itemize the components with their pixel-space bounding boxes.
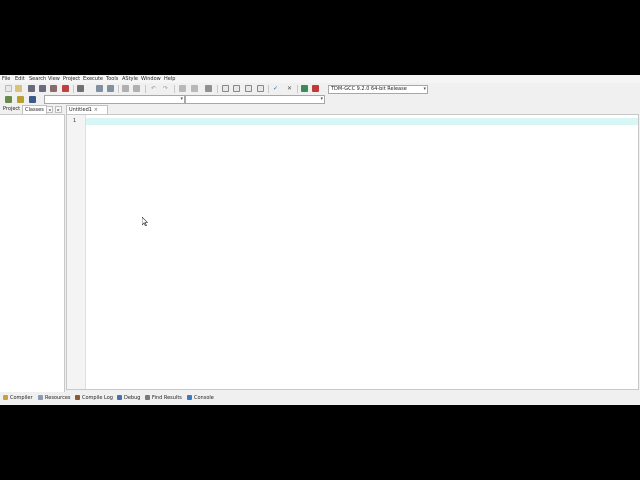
- left-panel-tabs: Project Classes ◂ ▸: [0, 105, 65, 114]
- code-editor[interactable]: 1: [66, 114, 639, 390]
- open-file-icon[interactable]: [15, 85, 22, 92]
- console-icon: [187, 395, 192, 400]
- debug-tab-icon: [117, 395, 122, 400]
- menu-bar: File Edit Search View Project Execute To…: [0, 75, 640, 83]
- find-icon[interactable]: [107, 85, 114, 92]
- main-toolbar: ↶ ↷ ✓ ✕ TDM-GCC 9.2.0 64-bit Release ▾: [0, 84, 640, 94]
- menu-view[interactable]: View: [48, 75, 60, 83]
- toolbar-separator: [174, 85, 175, 93]
- profile-icon[interactable]: [301, 85, 308, 92]
- print-icon[interactable]: [77, 85, 84, 92]
- editor-tab-label: Untitled1: [69, 107, 92, 113]
- replace-icon[interactable]: [122, 85, 129, 92]
- redo-icon[interactable]: ↷: [162, 85, 169, 92]
- check-syntax-icon[interactable]: ✓: [272, 85, 279, 92]
- line-number: 1: [73, 118, 77, 124]
- tab-debug[interactable]: Debug: [117, 392, 140, 404]
- toolbar-separator: [217, 85, 218, 93]
- compile-log-icon: [75, 395, 80, 400]
- class-toolbar: ▾ ▾: [0, 95, 640, 104]
- line-number-gutter: 1: [67, 115, 86, 389]
- project-options-icon[interactable]: [257, 85, 264, 92]
- tab-classes[interactable]: Classes: [22, 105, 47, 114]
- tab-scroll-right-button[interactable]: ▸: [55, 106, 62, 113]
- tab-project[interactable]: Project: [1, 105, 22, 114]
- bookmark-icon[interactable]: [205, 85, 212, 92]
- compiler-select[interactable]: TDM-GCC 9.2.0 64-bit Release ▾: [328, 85, 428, 94]
- screen: File Edit Search View Project Execute To…: [0, 0, 640, 480]
- tab-resources[interactable]: Resources: [38, 392, 71, 404]
- chevron-down-icon: ▾: [320, 96, 323, 102]
- add-file-icon[interactable]: [233, 85, 240, 92]
- new-project-icon[interactable]: [222, 85, 229, 92]
- menu-edit[interactable]: Edit: [15, 75, 25, 83]
- print-preview-icon[interactable]: [96, 85, 103, 92]
- menu-tools[interactable]: Tools: [106, 75, 118, 83]
- compiler-select-value: TDM-GCC 9.2.0 64-bit Release: [331, 86, 407, 92]
- tab-scroll-left-button[interactable]: ◂: [46, 106, 53, 113]
- chevron-down-icon: ▾: [423, 86, 426, 92]
- close-all-icon[interactable]: [62, 85, 69, 92]
- goto-back-icon[interactable]: [5, 96, 12, 103]
- tab-compiler-label: Compiler: [10, 395, 33, 401]
- tab-console-label: Console: [194, 395, 214, 401]
- debug-icon[interactable]: [312, 85, 319, 92]
- editor-tab-untitled1[interactable]: Untitled1 ×: [66, 105, 108, 114]
- tab-find-results-label: Find Results: [152, 395, 182, 401]
- bottom-panel-tabs: Compiler Resources Compile Log Debug Fin…: [0, 392, 640, 404]
- find-results-icon: [145, 395, 150, 400]
- resources-icon: [38, 395, 43, 400]
- mouse-cursor-icon: [142, 217, 148, 226]
- tab-debug-label: Debug: [124, 395, 141, 401]
- active-line-highlight: [86, 118, 638, 125]
- tab-compile-log[interactable]: Compile Log: [75, 392, 113, 404]
- member-select[interactable]: ▾: [185, 95, 325, 104]
- goto-definition-icon[interactable]: [17, 96, 24, 103]
- compiler-icon: [3, 395, 8, 400]
- menu-window[interactable]: Window: [141, 75, 161, 83]
- tab-console[interactable]: Console: [187, 392, 214, 404]
- tab-compile-log-label: Compile Log: [82, 395, 113, 401]
- stop-icon[interactable]: ✕: [286, 85, 293, 92]
- menu-help[interactable]: Help: [164, 75, 175, 83]
- save-all-icon[interactable]: [39, 85, 46, 92]
- goto-declaration-icon[interactable]: [29, 96, 36, 103]
- tab-find-results[interactable]: Find Results: [145, 392, 182, 404]
- toolbar-separator: [297, 85, 298, 93]
- remove-file-icon[interactable]: [245, 85, 252, 92]
- save-icon[interactable]: [28, 85, 35, 92]
- class-browser-panel[interactable]: [0, 114, 65, 395]
- tab-resources-label: Resources: [45, 395, 71, 401]
- editor-tab-bar: Untitled1 ×: [66, 105, 640, 114]
- toolbar-separator: [73, 85, 74, 93]
- menu-search[interactable]: Search: [29, 75, 46, 83]
- toolbar-separator: [118, 85, 119, 93]
- tab-compiler[interactable]: Compiler: [3, 392, 33, 404]
- toolbar-separator: [268, 85, 269, 93]
- toggle-comment-icon[interactable]: [191, 85, 198, 92]
- toolbar-separator: [145, 85, 146, 93]
- chevron-down-icon: ▾: [180, 96, 183, 102]
- menu-execute[interactable]: Execute: [83, 75, 103, 83]
- undo-icon[interactable]: ↶: [150, 85, 157, 92]
- class-select[interactable]: ▾: [44, 95, 185, 104]
- menu-astyle[interactable]: AStyle: [122, 75, 138, 83]
- ide-window: File Edit Search View Project Execute To…: [0, 75, 640, 405]
- new-file-icon[interactable]: [5, 85, 12, 92]
- unindent-icon[interactable]: [179, 85, 186, 92]
- menu-file[interactable]: File: [2, 75, 10, 83]
- menu-project[interactable]: Project: [63, 75, 80, 83]
- close-file-icon[interactable]: [50, 85, 57, 92]
- indent-icon[interactable]: [133, 85, 140, 92]
